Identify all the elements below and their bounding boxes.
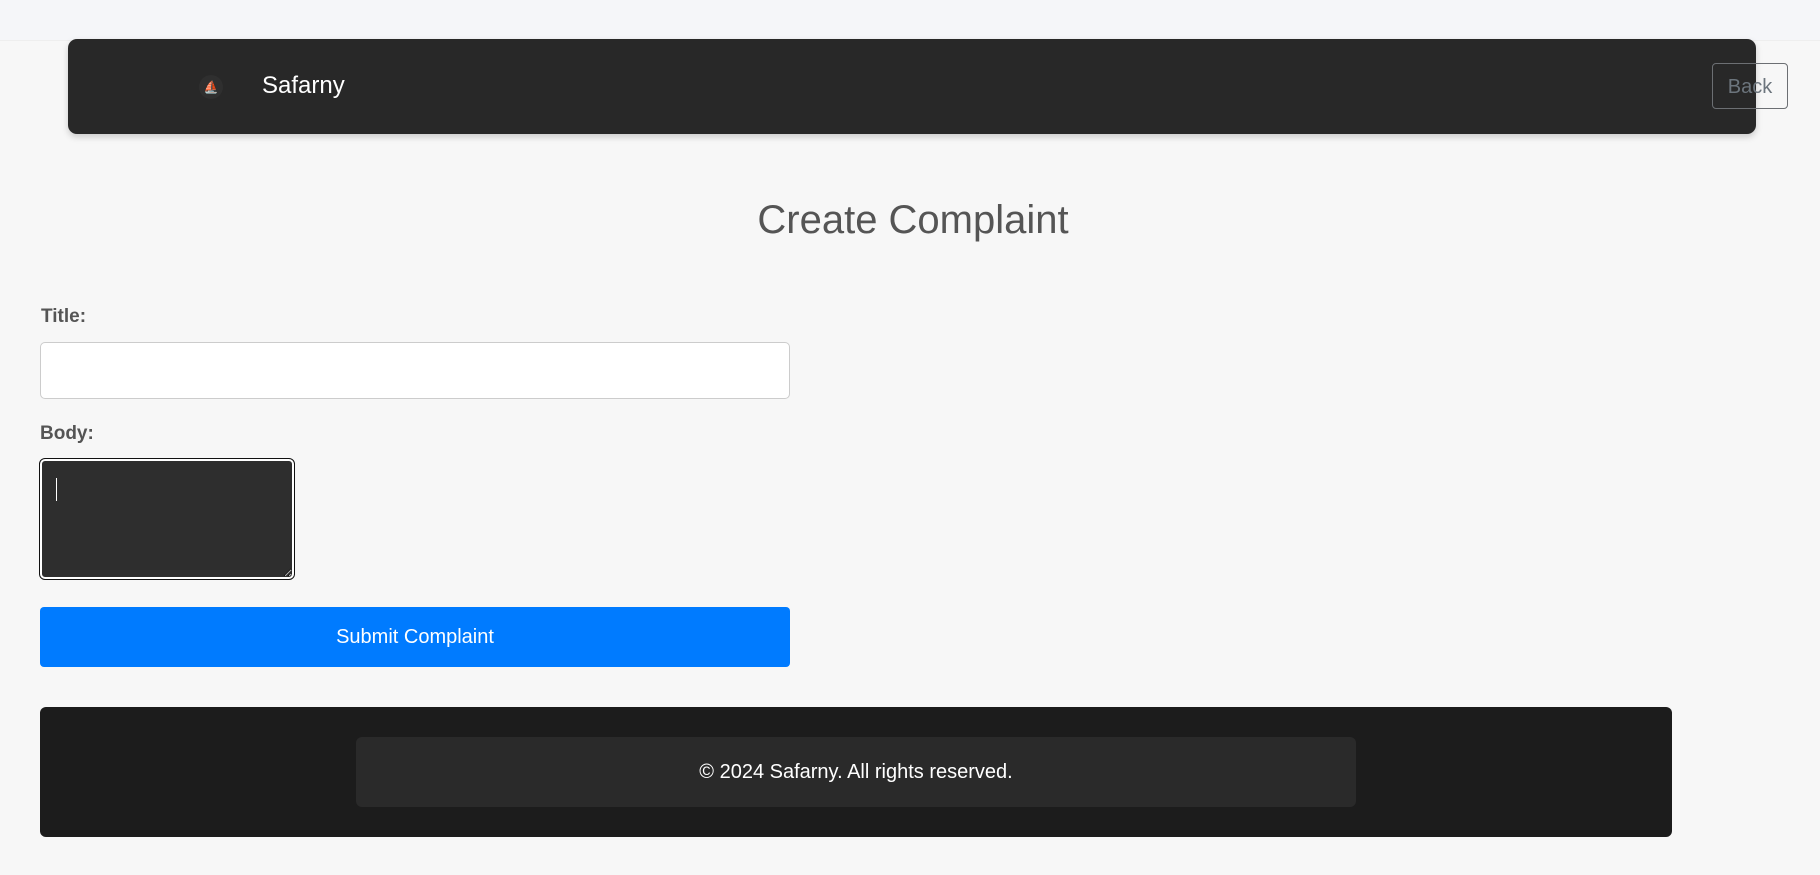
submit-complaint-button[interactable]: Submit Complaint bbox=[40, 607, 790, 667]
navbar: ⛵ Safarny Back bbox=[68, 39, 1788, 134]
body-label: Body: bbox=[40, 423, 94, 444]
brand-name[interactable]: Safarny bbox=[262, 71, 345, 101]
text-cursor bbox=[56, 478, 57, 501]
title-label: Title: bbox=[41, 306, 87, 327]
back-button[interactable]: Back bbox=[1712, 63, 1788, 109]
footer: © 2024 Safarny. All rights reserved. bbox=[40, 707, 1672, 837]
body-textarea[interactable] bbox=[39, 458, 295, 580]
logo-icon[interactable]: ⛵ bbox=[199, 75, 223, 99]
footer-copyright: © 2024 Safarny. All rights reserved. bbox=[356, 737, 1356, 807]
page-title: Create Complaint bbox=[757, 198, 1069, 242]
title-input[interactable] bbox=[40, 342, 790, 399]
